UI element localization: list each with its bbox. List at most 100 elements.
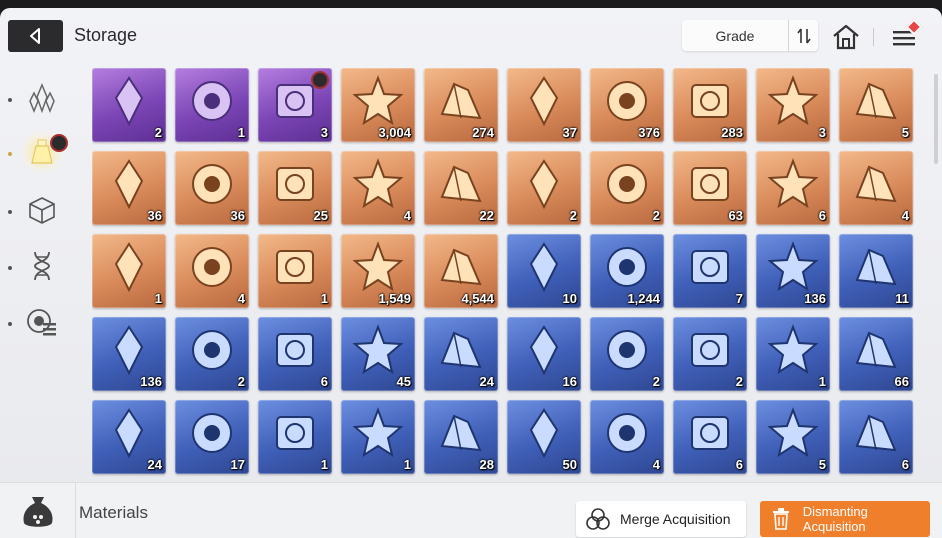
item-slot[interactable]: 274 (424, 68, 498, 142)
item-slot[interactable]: 22 (424, 151, 498, 225)
menu-button[interactable] (884, 18, 924, 55)
item-slot[interactable]: 11 (839, 234, 913, 308)
item-slot[interactable]: 5 (839, 68, 913, 142)
item-quantity: 3 (320, 125, 328, 140)
dismantling-acquisition-label: Dismanting Acquisition (802, 504, 868, 534)
back-button[interactable] (8, 20, 63, 52)
spray-gun-icon (767, 158, 819, 209)
rainbow-crystal-icon (114, 159, 144, 210)
item-slot[interactable]: 25 (258, 151, 332, 225)
item-slot[interactable]: 1,244 (590, 234, 664, 308)
trash-icon (773, 508, 790, 530)
sidebar-item-crystal[interactable] (22, 78, 62, 118)
item-quantity: 6 (735, 457, 743, 472)
item-quantity: 283 (721, 125, 743, 140)
item-slot[interactable]: 1 (756, 317, 830, 391)
item-slot[interactable]: 6 (756, 151, 830, 225)
item-slot[interactable]: 4 (175, 234, 249, 308)
item-slot[interactable]: 4,544 (424, 234, 498, 308)
purple-book-icon (352, 158, 404, 209)
merge-acquisition-button[interactable]: Merge Acquisition (576, 501, 746, 537)
item-slot[interactable]: 3 (756, 68, 830, 142)
item-quantity: 63 (728, 208, 743, 223)
blue-book-5-icon (607, 330, 647, 370)
item-slot[interactable]: 24 (424, 317, 498, 391)
gold-ticket-icon (607, 81, 647, 121)
item-slot[interactable]: 2 (590, 151, 664, 225)
module-icon (27, 309, 56, 336)
cube-icon (29, 197, 55, 224)
item-quantity: 2 (154, 125, 162, 140)
home-button[interactable] (829, 22, 863, 52)
item-quantity: 1 (154, 291, 162, 306)
item-slot[interactable]: 24 (92, 400, 166, 474)
music-scroll-icon (352, 241, 404, 292)
silver-medal-5-icon (276, 416, 314, 450)
item-slot[interactable]: 36 (92, 151, 166, 225)
item-slot[interactable]: 136 (92, 317, 166, 391)
item-quantity: 36 (230, 208, 245, 223)
page-title: Storage (74, 25, 138, 45)
item-slot[interactable]: 36 (175, 151, 249, 225)
item-quantity: 2 (735, 374, 743, 389)
item-quantity: 28 (479, 457, 494, 472)
item-slot[interactable]: 1 (92, 234, 166, 308)
prism-crystal-icon (192, 164, 232, 204)
item-slot[interactable]: 1 (175, 68, 249, 142)
sidebar-item-module[interactable] (22, 302, 62, 342)
grade-sort-dropdown[interactable]: Grade (682, 20, 818, 51)
item-slot[interactable]: 28 (424, 400, 498, 474)
item-quantity: 1,244 (627, 291, 660, 306)
item-slot[interactable]: 17 (175, 400, 249, 474)
item-quantity: 22 (479, 208, 494, 223)
item-slot[interactable]: 10 (507, 234, 581, 308)
guitar-pick-icon (276, 250, 314, 284)
item-slot[interactable]: 2 (507, 151, 581, 225)
item-slot[interactable]: 3 (258, 68, 332, 142)
item-slot[interactable]: 1 (258, 234, 332, 308)
item-slot[interactable]: 2 (175, 317, 249, 391)
item-slot[interactable]: 6 (258, 317, 332, 391)
dark-claw-icon (855, 414, 897, 452)
item-slot[interactable]: 1 (341, 400, 415, 474)
blue-book-1-icon (276, 333, 314, 367)
item-slot[interactable]: 376 (590, 68, 664, 142)
item-slot[interactable]: 2 (673, 317, 747, 391)
item-slot[interactable]: 63 (673, 151, 747, 225)
item-slot[interactable]: 45 (341, 317, 415, 391)
item-slot[interactable]: 5 (756, 400, 830, 474)
item-quantity: 1 (320, 291, 328, 306)
item-slot[interactable]: 2 (92, 68, 166, 142)
item-slot[interactable]: 7 (673, 234, 747, 308)
dismantling-acquisition-button[interactable]: Dismanting Acquisition (760, 501, 930, 537)
item-slot[interactable]: 4 (341, 151, 415, 225)
green-crystal-icon (114, 325, 144, 376)
sidebar-item-cube[interactable] (22, 190, 62, 230)
item-slot[interactable]: 4 (590, 400, 664, 474)
item-slot[interactable]: 1 (258, 400, 332, 474)
item-slot[interactable]: 16 (507, 317, 581, 391)
blue-book-4-icon (529, 325, 559, 376)
merge-acquisition-label: Merge Acquisition (620, 511, 731, 527)
item-slot[interactable]: 1,549 (341, 234, 415, 308)
item-slot[interactable]: 66 (839, 317, 913, 391)
item-slot[interactable]: 50 (507, 400, 581, 474)
item-quantity: 376 (638, 125, 660, 140)
brown-tome-icon (192, 247, 232, 287)
sidebar-item-dna[interactable] (22, 246, 62, 286)
sort-order-toggle[interactable] (788, 20, 818, 51)
item-slot[interactable]: 6 (839, 400, 913, 474)
item-slot[interactable]: 37 (507, 68, 581, 142)
item-slot[interactable]: 3,004 (341, 68, 415, 142)
grid-scrollbar[interactable] (934, 74, 938, 164)
item-slot[interactable]: 283 (673, 68, 747, 142)
item-slot[interactable]: 2 (590, 317, 664, 391)
sort-toggle-icon (796, 28, 811, 43)
item-slot[interactable]: 4 (839, 151, 913, 225)
red-medal-icon (691, 416, 729, 450)
item-slot[interactable]: 136 (756, 234, 830, 308)
material-bag-icon (22, 497, 53, 527)
item-slot[interactable]: 6 (673, 400, 747, 474)
item-alert-badge (311, 71, 329, 89)
item-quantity: 2 (652, 208, 660, 223)
